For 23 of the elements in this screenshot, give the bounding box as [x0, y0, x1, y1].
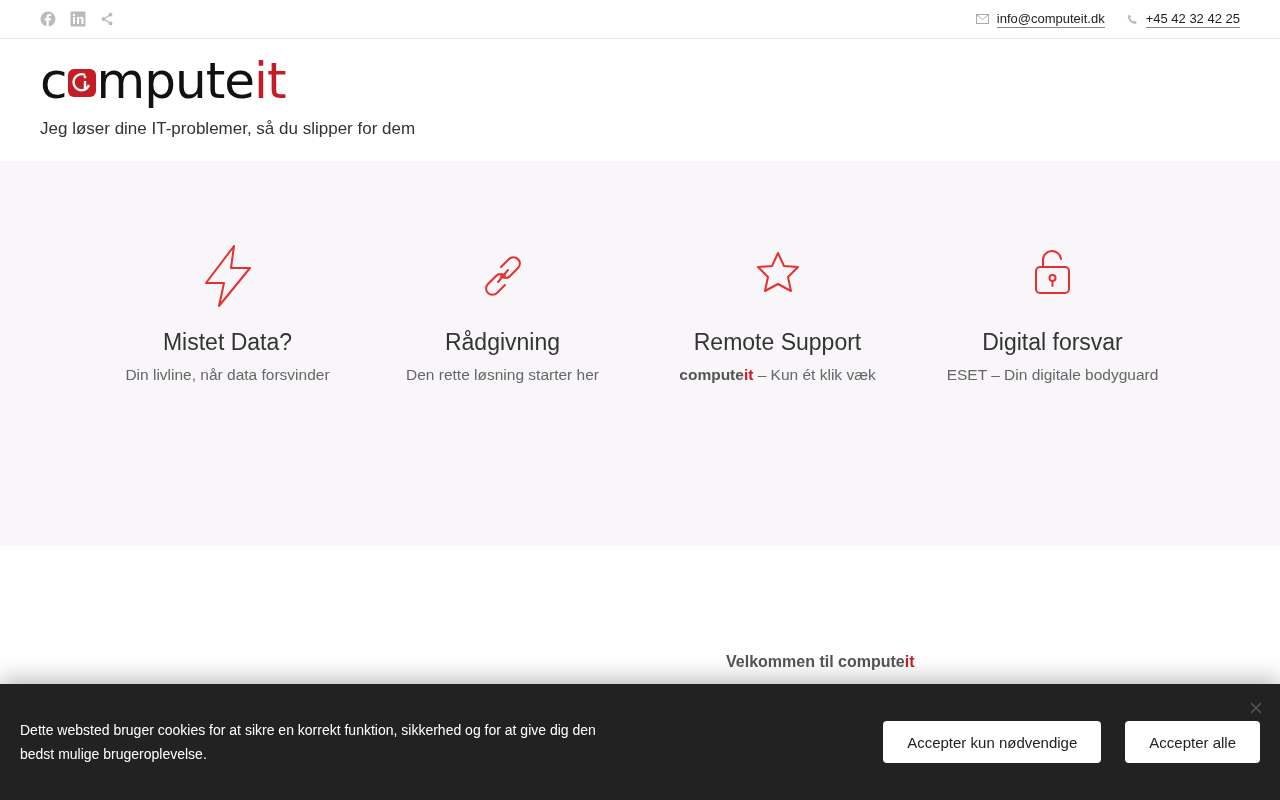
feature-subtitle: ESET – Din digitale bodyguard — [946, 366, 1159, 384]
feature-subtitle: Din livline, når data forsvinder — [125, 366, 330, 384]
feature-title: Digital forsvar — [982, 329, 1123, 356]
cookie-message: Dette websted bruger cookies for at sikre en korrekt funktion, sikkerhed og for at give dig den bedst mulige brugeroplevelse. — [20, 721, 597, 764]
tagline: Jeg løser dine IT-problemer, så du slipper for dem — [40, 119, 417, 139]
share-icon[interactable] — [100, 12, 114, 26]
accept-button[interactable]: Accepter kun nødvendige — [883, 721, 1102, 763]
feature-title: Remote Support — [693, 329, 862, 356]
feature-title: Rådgivning — [444, 329, 561, 356]
mail-icon — [975, 14, 989, 24]
accept-button[interactable]: Accepter alle — [1125, 721, 1260, 763]
facebook-icon[interactable] — [40, 11, 56, 27]
feature-subtitle: Den rette løsning starter her — [406, 366, 599, 384]
phone-link[interactable]: +45 42 32 42 25 — [1145, 10, 1240, 28]
lightning-icon — [203, 245, 252, 307]
close-icon[interactable] — [1250, 702, 1262, 714]
phone-icon — [1126, 13, 1138, 25]
welcome-text: Velkommen til computeit — [726, 653, 916, 671]
linkedin-icon[interactable] — [70, 11, 86, 27]
email-link[interactable]: info@computeit.dk — [996, 10, 1105, 28]
feature-subtitle: computeit – Kun ét klik væk — [679, 366, 876, 384]
feature-title: Mistet Data? — [162, 329, 293, 356]
site-logo[interactable]: c mputeit — [40, 55, 286, 107]
